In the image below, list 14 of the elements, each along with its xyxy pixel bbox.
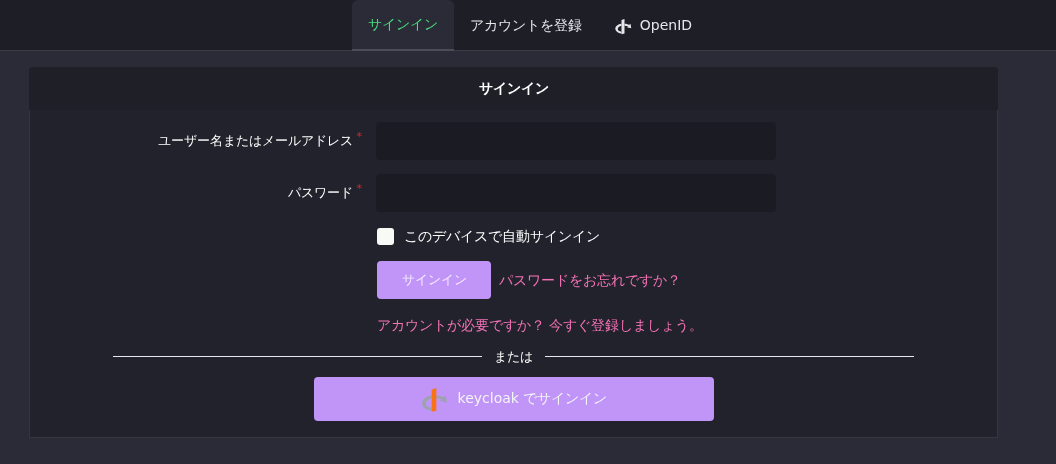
required-mark: *: [356, 183, 362, 195]
divider-label: または: [494, 348, 533, 366]
openid-icon: [613, 16, 632, 35]
checkbox-label: このデバイスで自動サインイン: [404, 227, 600, 246]
card-title: サインイン: [478, 79, 549, 98]
field-label: ユーザー名またはメールアドレス: [157, 132, 353, 151]
field-label: パスワード: [287, 184, 353, 203]
required-mark: *: [356, 131, 362, 143]
checkbox[interactable]: [377, 228, 394, 245]
tab[interactable]: アカウントを登録: [453, 0, 598, 51]
forgot-password-link[interactable]: パスワードをお忘れですか？: [499, 269, 681, 291]
tab[interactable]: サインイン: [351, 0, 454, 51]
register-link[interactable]: アカウントが必要ですか？ 今すぐ登録しましょう。: [377, 317, 704, 333]
tab[interactable]: OpenID: [597, 0, 709, 51]
